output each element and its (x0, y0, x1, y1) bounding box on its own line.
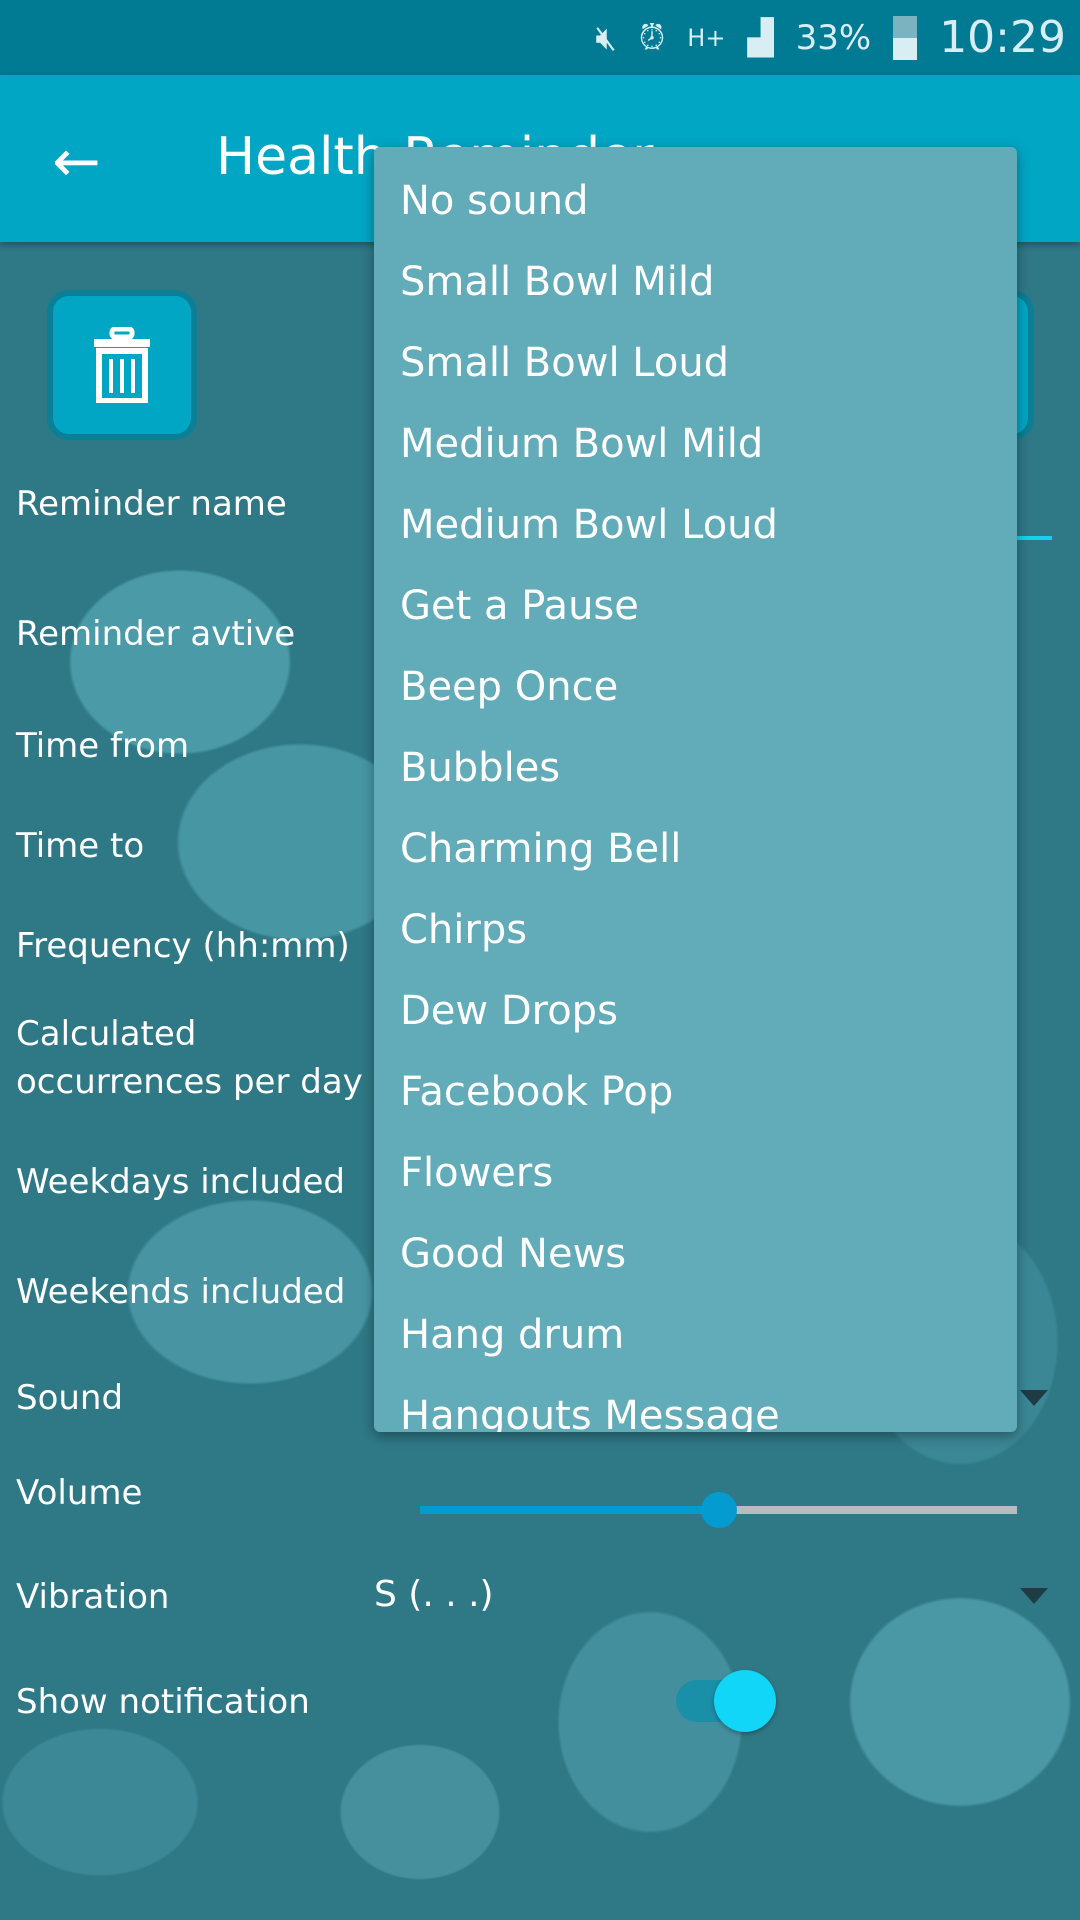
sound-option[interactable]: Medium Bowl Loud (374, 485, 1017, 566)
volume-thumb[interactable] (700, 1492, 737, 1528)
label-sound: Sound (16, 1378, 124, 1418)
sound-caret-icon[interactable] (1020, 1390, 1048, 1406)
sound-option[interactable]: Hang drum (374, 1295, 1017, 1376)
label-time-from: Time from (16, 726, 190, 766)
vibration-select[interactable]: S (. . .) (374, 1574, 494, 1615)
volume-fill (420, 1506, 719, 1514)
sound-option[interactable]: Hangouts Message (374, 1376, 1017, 1432)
network-h-plus-icon: H+ (687, 23, 726, 52)
label-reminder-name: Reminder name (16, 484, 287, 524)
sound-option[interactable]: Good News (374, 1214, 1017, 1295)
sound-option[interactable]: Dew Drops (374, 971, 1017, 1052)
sound-option[interactable]: Small Bowl Mild (374, 242, 1017, 323)
vibration-caret-icon[interactable] (1020, 1588, 1048, 1604)
label-frequency: Frequency (hh:mm) (16, 926, 350, 966)
volume-slider[interactable] (420, 1492, 1017, 1528)
sound-option[interactable]: Charming Bell (374, 809, 1017, 890)
show-notification-toggle[interactable] (676, 1670, 776, 1732)
sound-option[interactable]: Small Bowl Loud (374, 323, 1017, 404)
trash-icon (94, 327, 150, 403)
label-show-notification: Show notification (16, 1682, 310, 1722)
mute-icon: 🔇︎ (595, 17, 617, 58)
sound-option[interactable]: Beep Once (374, 647, 1017, 728)
clock: 10:29 (939, 12, 1066, 63)
delete-button[interactable] (47, 290, 197, 440)
toggle-knob (714, 1670, 776, 1732)
arrow-left-icon[interactable]: ← (52, 127, 101, 195)
sound-option[interactable]: Facebook Pop (374, 1052, 1017, 1133)
status-bar: 🔇︎ ⏰︎ H+ ▟ 33% 10:29 (0, 0, 1080, 75)
sound-option[interactable]: Bubbles (374, 728, 1017, 809)
label-time-to: Time to (16, 826, 145, 866)
sound-option[interactable]: Medium Bowl Mild (374, 404, 1017, 485)
battery-icon (893, 15, 918, 60)
label-weekdays: Weekdays included (16, 1162, 345, 1202)
label-occurrences: Calculated occurrences per day (16, 1014, 363, 1102)
sound-dropdown-menu[interactable]: No sound Small Bowl Mild Small Bowl Loud… (374, 147, 1017, 1432)
sound-option[interactable]: Get a Pause (374, 566, 1017, 647)
label-reminder-active: Reminder avtive (16, 614, 296, 654)
label-vibration: Vibration (16, 1577, 170, 1617)
signal-icon: ▟ (747, 17, 774, 58)
sound-option[interactable]: Chirps (374, 890, 1017, 971)
alarm-icon: ⏰︎ (638, 17, 666, 58)
sound-option[interactable]: No sound (374, 161, 1017, 242)
battery-text: 33% (795, 17, 872, 58)
label-weekends: Weekends included (16, 1272, 346, 1312)
sound-option[interactable]: Flowers (374, 1133, 1017, 1214)
label-volume: Volume (16, 1473, 143, 1513)
